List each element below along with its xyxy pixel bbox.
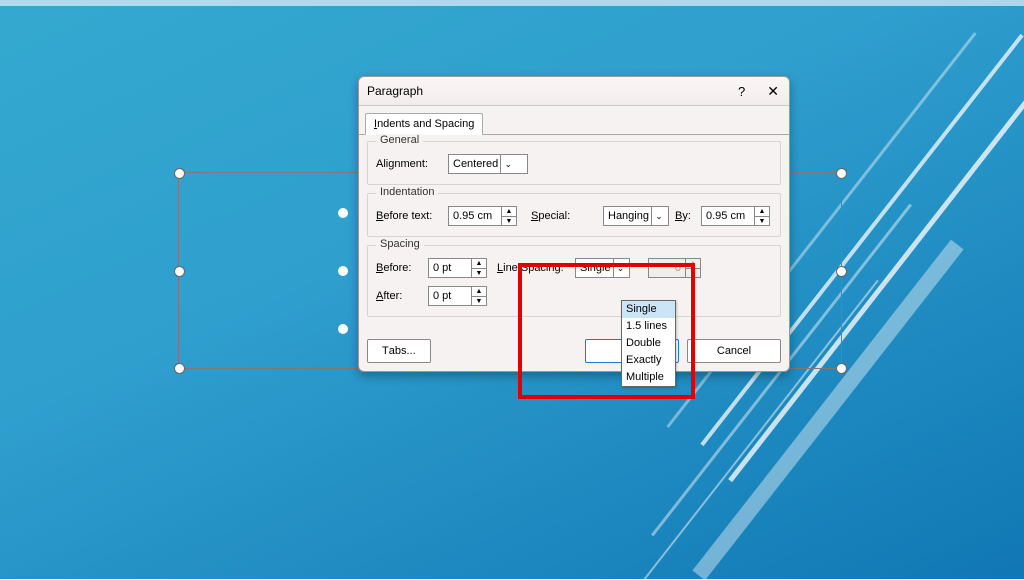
line-spacing-dropdown[interactable]: Single 1.5 lines Double Exactly Multiple	[621, 300, 676, 387]
alignment-select[interactable]: Centered ⌄	[448, 154, 528, 174]
dialog-title: Paragraph	[359, 84, 423, 98]
chevron-down-icon: ⌄	[613, 259, 628, 277]
chevron-down-icon: ⌄	[500, 155, 515, 173]
dialog-body: General Alignment: Centered ⌄ Indentatio…	[359, 134, 789, 333]
legend-indentation: Indentation	[376, 186, 438, 198]
dropdown-option[interactable]: Exactly	[622, 352, 675, 369]
titlebar[interactable]: Paragraph ? ✕	[359, 77, 789, 106]
handle-nw[interactable]	[174, 168, 185, 179]
dropdown-option[interactable]: Double	[622, 335, 675, 352]
special-value: Hanging	[604, 210, 651, 222]
bullet	[338, 208, 348, 218]
dialog-footer: Tabs... OK Cancel	[359, 333, 789, 371]
legend-general: General	[376, 134, 423, 146]
tabs-row: Indents and Spacing	[359, 106, 789, 134]
before-spinner[interactable]: 0 pt ▲▼	[428, 258, 487, 278]
before-text-value: 0.95 cm	[449, 210, 501, 222]
legend-spacing: Spacing	[376, 238, 424, 250]
at-spinner: 0 ▲▼	[648, 258, 701, 278]
help-button[interactable]: ?	[738, 84, 745, 99]
special-label: Special:	[531, 210, 597, 222]
dropdown-option[interactable]: 1.5 lines	[622, 318, 675, 335]
paragraph-dialog: Paragraph ? ✕ Indents and Spacing Genera…	[358, 76, 790, 372]
dropdown-option[interactable]: Multiple	[622, 369, 675, 386]
before-text-spinner[interactable]: 0.95 cm ▲▼	[448, 206, 517, 226]
handle-e[interactable]	[836, 266, 847, 277]
bullet	[338, 266, 348, 276]
dropdown-option[interactable]: Single	[622, 301, 675, 318]
special-select[interactable]: Hanging ⌄	[603, 206, 669, 226]
group-spacing: Spacing Before: 0 pt ▲▼ Line Spacing: Si…	[367, 245, 781, 317]
at-value: 0	[649, 262, 685, 274]
handle-se[interactable]	[836, 363, 847, 374]
by-label: By:	[675, 210, 695, 222]
tabs-button[interactable]: Tabs...	[367, 339, 431, 363]
after-value: 0 pt	[429, 290, 471, 302]
alignment-label: Alignment:	[376, 158, 442, 170]
line-spacing-value: Single	[576, 262, 613, 274]
handle-ne[interactable]	[836, 168, 847, 179]
after-label: After:	[376, 290, 422, 302]
group-indentation: Indentation Before text: 0.95 cm ▲▼ Spec…	[367, 193, 781, 237]
after-spinner[interactable]: 0 pt ▲▼	[428, 286, 487, 306]
before-text-label: Before text:	[376, 210, 442, 222]
handle-sw[interactable]	[174, 363, 185, 374]
by-spinner[interactable]: 0.95 cm ▲▼	[701, 206, 770, 226]
bullet	[338, 324, 348, 334]
by-value: 0.95 cm	[702, 210, 754, 222]
chevron-down-icon: ⌄	[651, 207, 666, 225]
line-spacing-label: Line Spacing:	[497, 262, 569, 274]
top-strip	[0, 0, 1024, 6]
tab-indents-and-spacing[interactable]: Indents and Spacing	[365, 113, 483, 135]
line-spacing-select[interactable]: Single ⌄	[575, 258, 630, 278]
group-general: General Alignment: Centered ⌄	[367, 141, 781, 185]
close-button[interactable]: ✕	[763, 81, 783, 102]
before-value: 0 pt	[429, 262, 471, 274]
alignment-value: Centered	[449, 158, 500, 170]
handle-w[interactable]	[174, 266, 185, 277]
before-label: Before:	[376, 262, 422, 274]
cancel-button[interactable]: Cancel	[687, 339, 781, 363]
